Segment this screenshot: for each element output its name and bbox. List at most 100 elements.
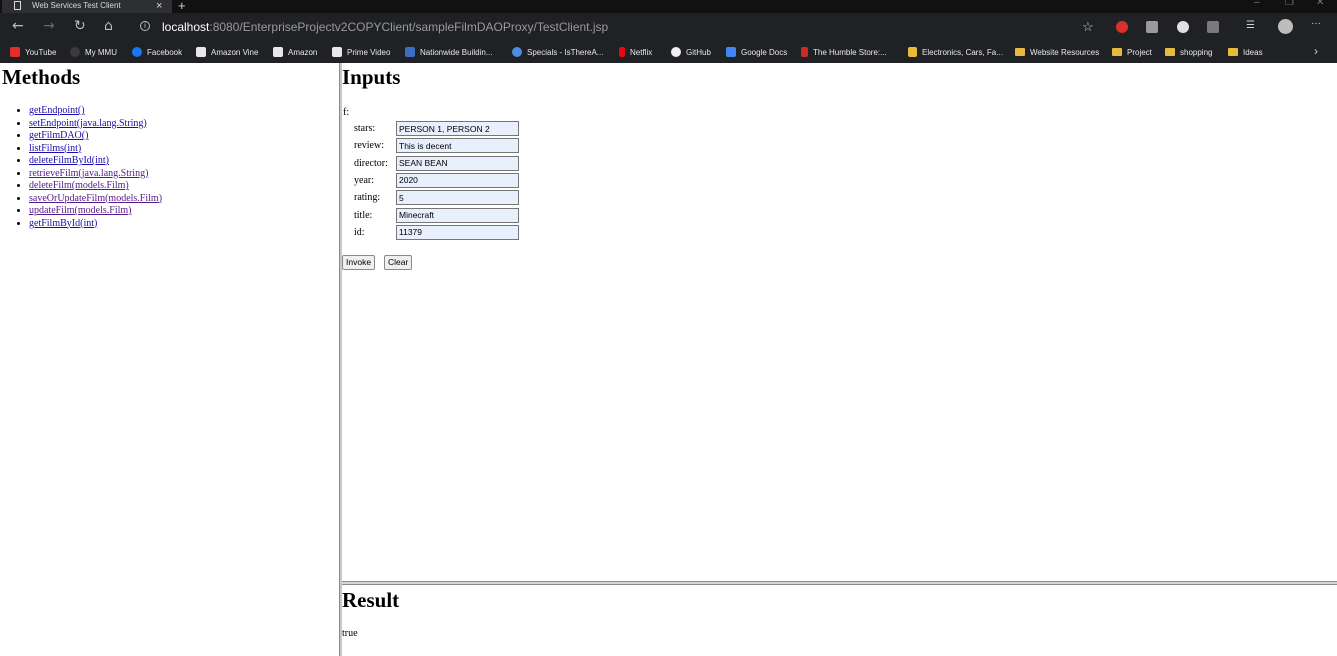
field-row-year: year: (354, 172, 554, 190)
home-icon[interactable]: ⌂ (104, 19, 113, 33)
list-item: listFilms(int) (29, 143, 162, 156)
method-link-listfilms[interactable]: listFilms(int) (29, 143, 81, 154)
director-field[interactable] (396, 155, 519, 171)
method-link-saveorupdatefilm[interactable]: saveOrUpdateFilm(models.Film) (29, 193, 162, 204)
list-item: deleteFilmById(int) (29, 155, 162, 168)
bookmark-facebook[interactable]: Facebook (132, 45, 182, 59)
bookmark-folder-shopping[interactable]: shopping (1165, 45, 1212, 59)
mmu-icon (70, 47, 80, 57)
field-row-director: director: (354, 155, 554, 173)
rating-label: rating: (354, 192, 381, 204)
bookmark-prime-video[interactable]: Prime Video (332, 45, 390, 59)
method-link-getendpoint[interactable]: getEndpoint() (29, 105, 85, 116)
parameter-label: f: (343, 107, 350, 118)
bookmark-my-mmu[interactable]: My MMU (70, 45, 117, 59)
google-docs-icon (726, 47, 736, 57)
rating-field[interactable] (396, 190, 519, 206)
bookmark-folder-website-resources[interactable]: Website Resources (1015, 45, 1099, 59)
list-item: getEndpoint() (29, 105, 162, 118)
folder-icon (1165, 48, 1175, 56)
field-row-title: title: (354, 207, 554, 225)
field-row-stars: stars: (354, 121, 554, 138)
stars-label: stars: (354, 123, 376, 134)
title-bar: Web Services Test Client × + – ❐ ✕ (0, 0, 1337, 13)
youtube-icon (10, 47, 20, 57)
inputs-heading: Inputs (342, 65, 401, 89)
year-label: year: (354, 174, 374, 186)
extension-circle-icon[interactable] (1177, 21, 1189, 33)
navigation-toolbar: ← → ↻ ⌂ i localhost:8080/EnterpriseProje… (0, 13, 1337, 41)
director-label: director: (354, 157, 388, 169)
favorites-list-icon[interactable]: ☰ (1246, 20, 1258, 32)
tab-close-icon[interactable]: × (156, 0, 162, 12)
url-path: :8080/EnterpriseProjectv2COPYClient/samp… (209, 20, 609, 34)
folder-icon (1015, 48, 1025, 56)
list-item: getFilmById(int) (29, 218, 162, 231)
browser-tab[interactable]: Web Services Test Client × (2, 0, 172, 13)
list-item: getFilmDAO() (29, 130, 162, 143)
bookmark-netflix[interactable]: Netflix (619, 45, 652, 59)
info-icon[interactable]: i (140, 21, 150, 31)
review-field[interactable] (396, 138, 519, 154)
bookmarks-overflow-chevron-icon[interactable]: › (1314, 44, 1318, 58)
url-host: localhost (162, 20, 210, 34)
methods-frame: Methods getEndpoint() setEndpoint(java.l… (0, 63, 339, 656)
forward-arrow-icon[interactable]: → (43, 19, 55, 33)
extension-k-icon[interactable] (1146, 21, 1158, 33)
list-item: deleteFilm(models.Film) (29, 180, 162, 193)
new-tab-button[interactable]: + (178, 0, 186, 13)
bookmark-google-docs[interactable]: Google Docs (726, 45, 787, 59)
github-icon (671, 47, 681, 57)
favorite-star-icon[interactable]: ☆ (1082, 16, 1094, 38)
more-options-icon[interactable]: ··· (1311, 18, 1323, 30)
bookmark-youtube[interactable]: YouTube (10, 45, 56, 59)
minimize-button[interactable]: – (1254, 0, 1260, 8)
list-item: saveOrUpdateFilm(models.Film) (29, 193, 162, 206)
bookmark-folder-project[interactable]: Project (1112, 45, 1152, 59)
folder-icon (1112, 48, 1122, 56)
url-text[interactable]: localhost:8080/EnterpriseProjectv2COPYCl… (162, 16, 608, 38)
invoke-button[interactable]: Invoke (342, 255, 376, 270)
method-link-updatefilm[interactable]: updateFilm(models.Film) (29, 205, 132, 216)
inputs-frame: Inputs f: stars: review: director: year:… (342, 63, 1337, 581)
title-label: title: (354, 209, 373, 221)
method-link-setendpoint[interactable]: setEndpoint(java.lang.String) (29, 118, 147, 129)
stars-field[interactable] (396, 121, 519, 136)
humble-icon (801, 47, 808, 57)
amazon-icon (332, 47, 342, 57)
method-link-getfilmdao[interactable]: getFilmDAO() (29, 130, 88, 141)
bookmark-amazon[interactable]: Amazon (273, 45, 317, 59)
bookmark-github[interactable]: GitHub (671, 45, 711, 59)
title-field[interactable] (396, 207, 519, 223)
bookmark-ebay[interactable]: Electronics, Cars, Fa... (908, 45, 1003, 59)
list-item: retrieveFilm(java.lang.String) (29, 168, 162, 181)
bookmark-isthereanydeal[interactable]: Specials - IsThereA... (512, 45, 603, 59)
method-link-getfilmbyid[interactable]: getFilmById(int) (29, 218, 97, 229)
bookmark-humble-store[interactable]: The Humble Store:... (801, 45, 887, 59)
nationwide-icon (405, 47, 415, 57)
extension-shield-icon[interactable] (1116, 21, 1128, 33)
year-field[interactable] (396, 172, 519, 188)
field-row-rating: rating: (354, 190, 554, 207)
address-bar[interactable]: i localhost:8080/EnterpriseProjectv2COPY… (132, 16, 1106, 38)
profile-avatar[interactable] (1278, 19, 1293, 34)
list-item: setEndpoint(java.lang.String) (29, 118, 162, 131)
bookmark-folder-ideas[interactable]: Ideas (1228, 45, 1263, 59)
result-heading: Result (342, 588, 400, 612)
ebay-icon (908, 47, 917, 57)
method-link-deletefilm[interactable]: deleteFilm(models.Film) (29, 180, 129, 191)
clear-button[interactable]: Clear (384, 255, 413, 270)
extension-puzzle-icon[interactable] (1207, 21, 1219, 33)
refresh-icon[interactable]: ↻ (74, 19, 86, 33)
back-arrow-icon[interactable]: ← (12, 19, 24, 33)
method-link-retrievefilm[interactable]: retrieveFilm(java.lang.String) (29, 168, 148, 179)
folder-icon (1228, 48, 1238, 56)
field-row-review: review: (354, 138, 554, 155)
result-frame: Result true (342, 585, 1337, 656)
id-field[interactable] (396, 224, 519, 240)
close-window-button[interactable]: ✕ (1316, 0, 1324, 8)
bookmark-amazon-vine[interactable]: Amazon Vine (196, 45, 258, 59)
bookmark-nationwide[interactable]: Nationwide Buildin... (405, 45, 492, 59)
restore-button[interactable]: ❐ (1285, 0, 1294, 8)
method-link-deletefilmbyid[interactable]: deleteFilmById(int) (29, 155, 109, 166)
